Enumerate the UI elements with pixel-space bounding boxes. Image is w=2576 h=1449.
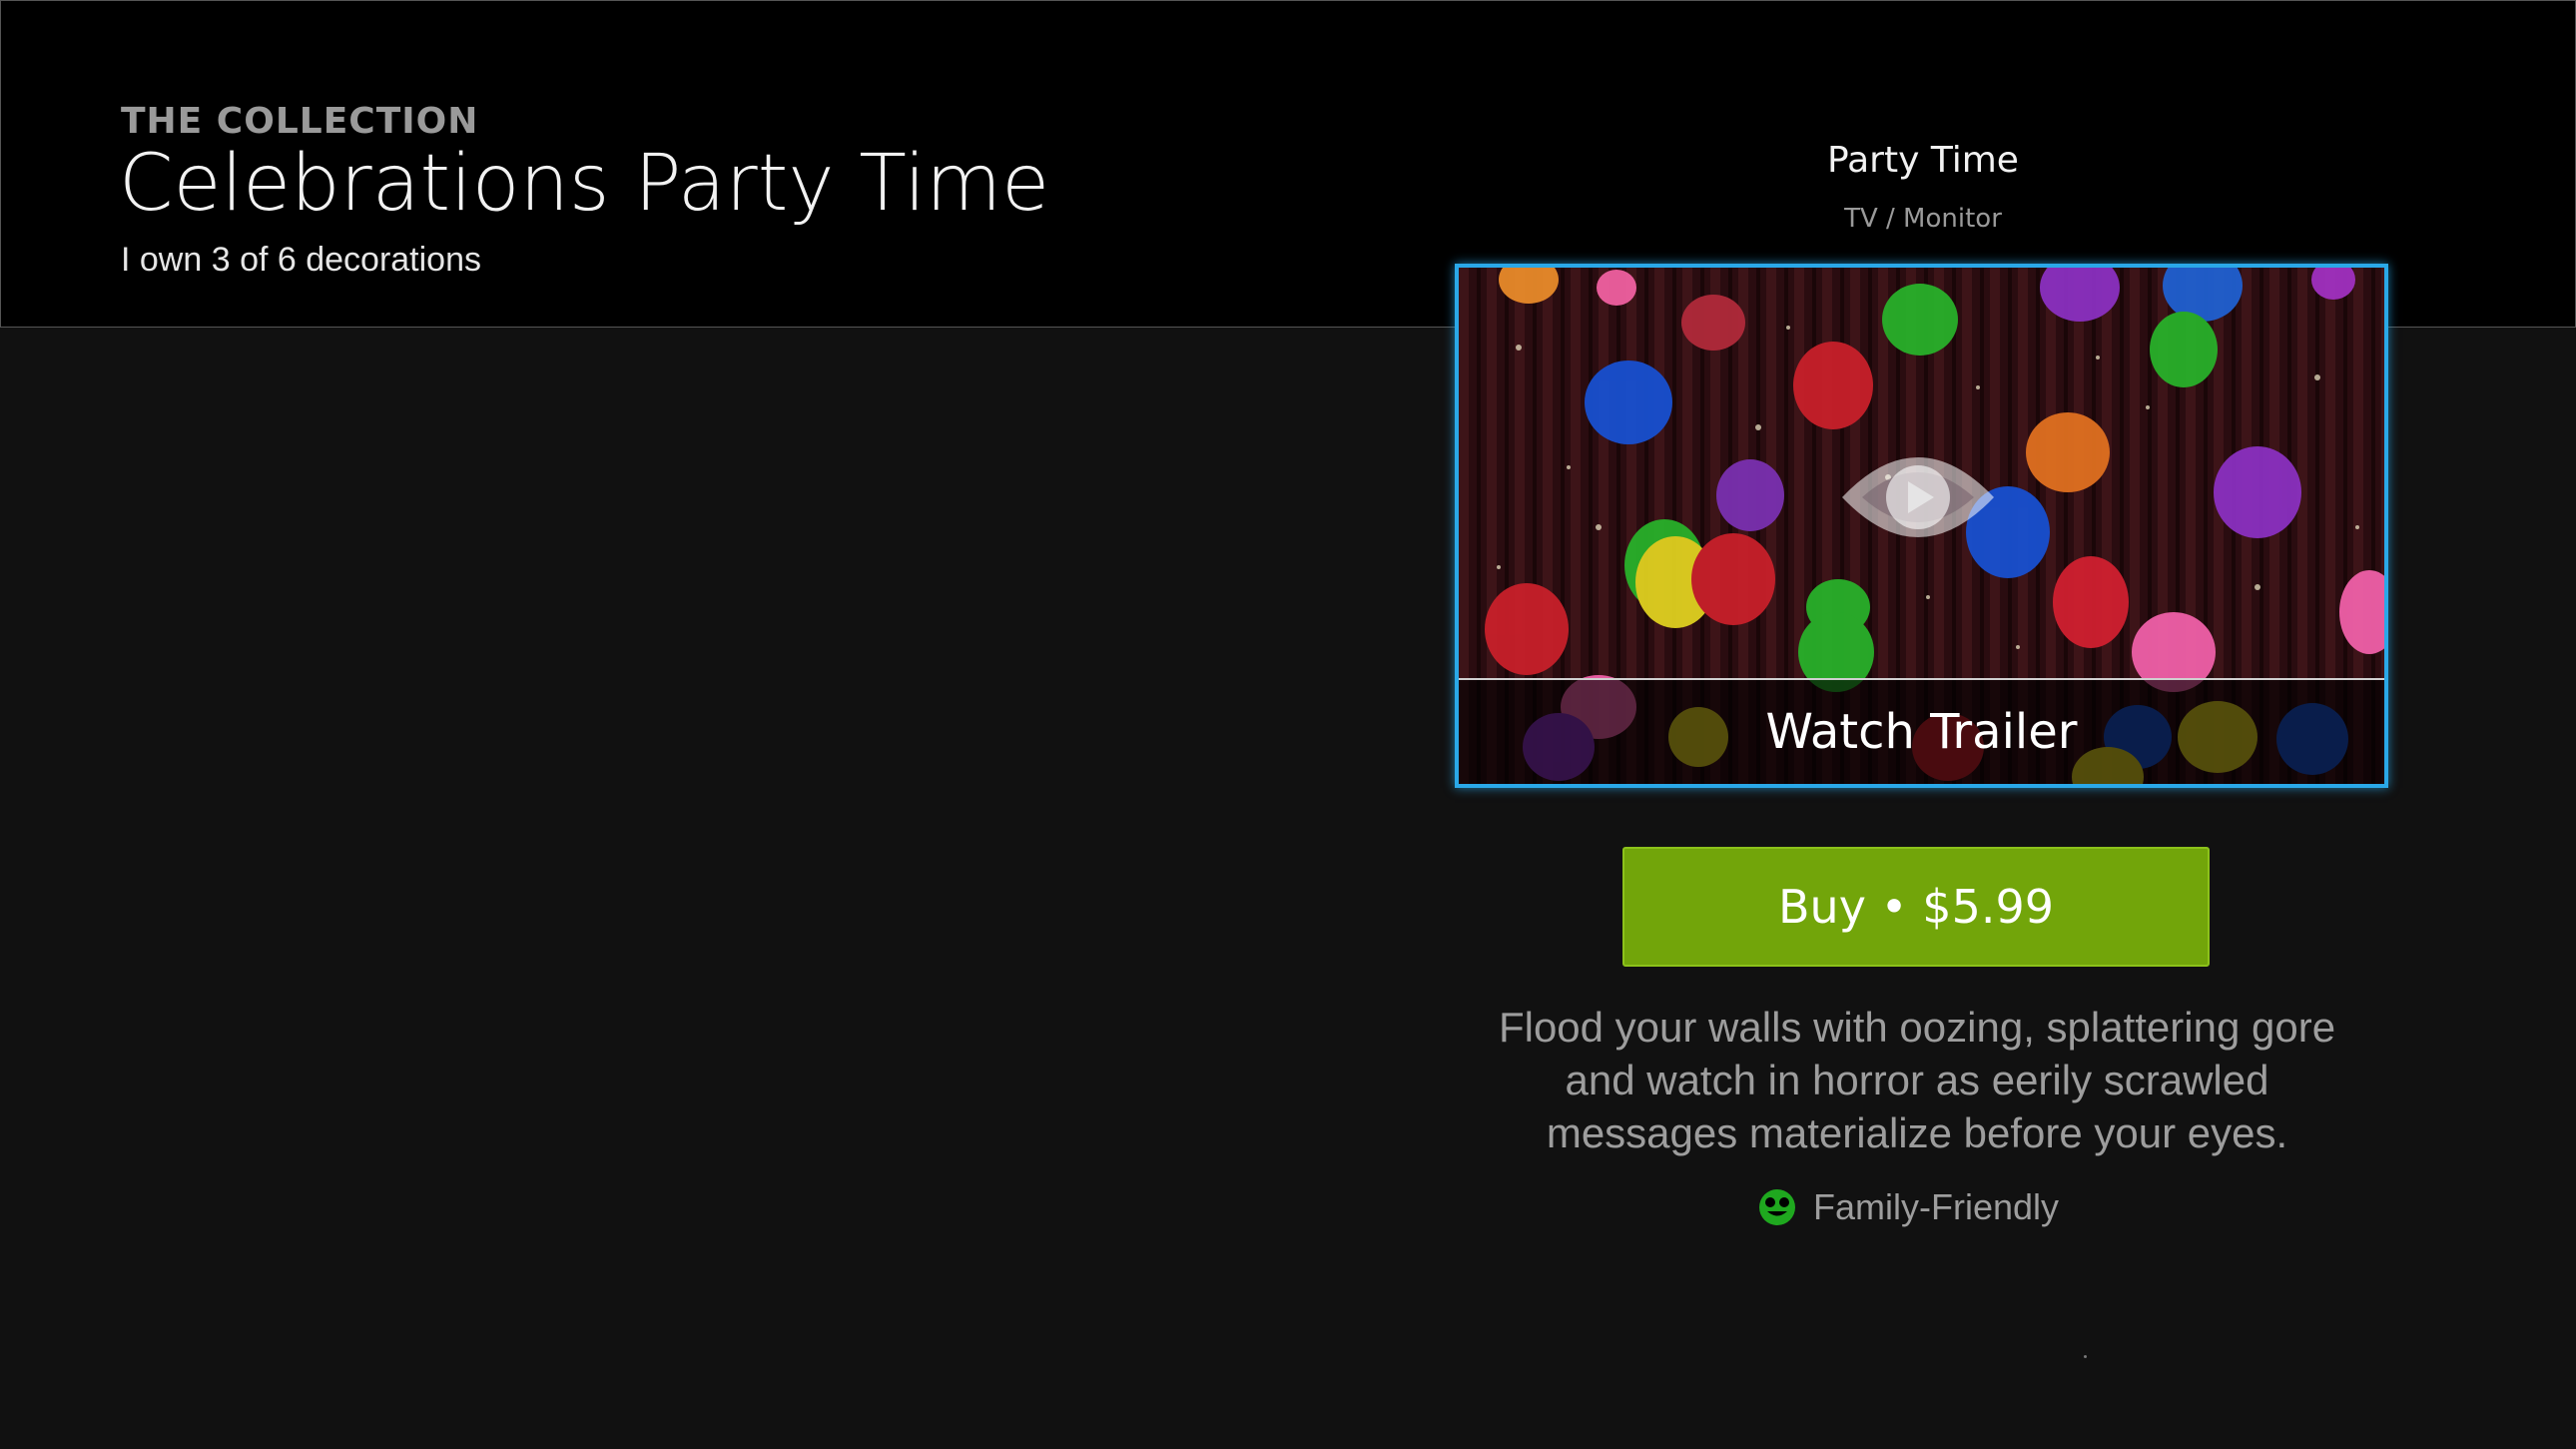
play-icon xyxy=(1842,457,1994,537)
watch-trailer-label: Watch Trailer xyxy=(1765,704,2078,760)
item-title: Party Time xyxy=(1827,140,2019,181)
item-subtitle: TV / Monitor xyxy=(1844,204,2002,234)
page-title: Celebrations Party Time xyxy=(119,139,1050,229)
watch-trailer-tile[interactable]: Watch Trailer xyxy=(1455,264,2388,788)
item-description: Flood your walls with oozing, splatterin… xyxy=(1498,1004,2336,1156)
content-rating: Family-Friendly xyxy=(1757,1186,2059,1228)
rating-label: Family-Friendly xyxy=(1813,1186,2060,1227)
stray-pixel xyxy=(2084,1355,2087,1358)
smiley-face-icon xyxy=(1759,1189,1795,1225)
collection-eyebrow: THE COLLECTION xyxy=(121,101,479,142)
buy-button[interactable]: Buy • $5.99 xyxy=(1622,847,2210,967)
ownership-count: I own 3 of 6 decorations xyxy=(121,241,482,279)
trailer-label-bar: Watch Trailer xyxy=(1459,678,2384,784)
